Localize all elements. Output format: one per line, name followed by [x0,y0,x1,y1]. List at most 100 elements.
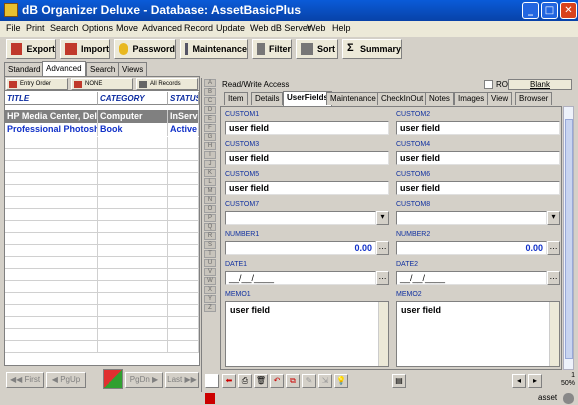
alpha-index-item[interactable]: U [204,259,216,267]
menu-move[interactable]: Move [116,23,138,33]
alpha-index-item[interactable]: Y [204,295,216,303]
first-button[interactable]: ◀◀ First [6,372,44,388]
filter-button[interactable]: Filter [252,39,292,59]
edit-icon[interactable]: ✎ [302,374,316,388]
alpha-index-item[interactable]: Q [204,223,216,231]
chevron-down-icon[interactable]: ▾ [376,211,389,225]
alpha-index-item[interactable]: V [204,268,216,276]
tab-userfields[interactable]: UserFields [283,91,332,106]
menu-help[interactable]: Help [332,23,351,33]
custom2-field[interactable]: user field [396,121,560,135]
entry-order-button[interactable]: Entry Order [6,78,68,90]
color-grid-icon[interactable] [103,369,123,389]
memo2-field[interactable]: user field [396,301,560,367]
custom7-select[interactable] [225,211,376,225]
print-icon[interactable]: ⎙ [238,374,252,388]
menu-record[interactable]: Record [184,23,213,33]
alpha-index-item[interactable]: O [204,205,216,213]
alpha-index-item[interactable]: W [204,277,216,285]
undo-icon[interactable]: ↶ [270,374,284,388]
custom4-field[interactable]: user field [396,151,560,165]
custom6-field[interactable]: user field [396,181,560,195]
alpha-index-item[interactable]: T [204,250,216,258]
lightbulb-icon[interactable]: 💡 [334,374,348,388]
pane-splitter[interactable] [201,78,203,393]
ellipsis-icon[interactable]: … [376,241,389,255]
memo1-field[interactable]: user field [225,301,389,367]
custom5-field[interactable]: user field [225,181,389,195]
alpha-index-item[interactable]: A [204,79,216,87]
tab-view[interactable]: View [487,92,513,105]
alpha-index-item[interactable]: E [204,115,216,123]
tab-images[interactable]: Images [454,92,489,105]
blank-button[interactable]: Blank [508,79,572,90]
import-button[interactable]: Import [60,39,110,59]
sort-none-button[interactable]: NONE [71,78,133,90]
tab-checkinout[interactable]: CheckInOut [377,92,428,105]
next-record-icon[interactable]: ▸ [528,374,542,388]
tab-advanced[interactable]: Advanced [42,61,86,76]
date2-field[interactable]: __/__/____ [396,271,547,285]
date1-field[interactable]: __/__/____ [225,271,376,285]
export-record-icon[interactable]: ⇲ [318,374,332,388]
alpha-index-item[interactable]: X [204,286,216,294]
column-header-title[interactable]: TITLE [5,92,98,105]
menu-update[interactable]: Update [216,23,245,33]
alpha-index-item[interactable]: B [204,88,216,96]
column-header-status[interactable]: STATUS [168,92,199,105]
alpha-index-item[interactable]: Z [204,304,216,312]
chevron-down-icon[interactable]: ▾ [547,211,560,225]
prev-record-icon[interactable]: ◂ [512,374,526,388]
last-button[interactable]: Last ▶▶ [165,372,199,388]
select-checkbox[interactable] [205,374,219,388]
tab-notes[interactable]: Notes [425,92,454,105]
alpha-index-item[interactable]: S [204,241,216,249]
ro-checkbox[interactable] [484,80,493,89]
export-button[interactable]: Export [6,39,56,59]
alpha-index-item[interactable]: R [204,232,216,240]
copy-icon[interactable]: ⧉ [286,374,300,388]
maintenance-button[interactable]: Maintenance [180,39,248,59]
scroll-thumb[interactable] [565,119,573,359]
all-records-button[interactable]: All Records [136,78,198,90]
alpha-index-item[interactable]: D [204,106,216,114]
trash-icon[interactable]: 🗑 [254,374,268,388]
memo2-scrollbar[interactable] [549,302,559,366]
alpha-index-item[interactable]: H [204,142,216,150]
ellipsis-icon[interactable]: … [547,241,560,255]
menu-search[interactable]: Search [50,23,79,33]
tab-item[interactable]: Item [224,92,248,105]
column-header-category[interactable]: CATEGORY [98,92,168,105]
custom3-field[interactable]: user field [225,151,389,165]
alpha-index-item[interactable]: N [204,196,216,204]
tab-browser[interactable]: Browser [515,92,553,105]
arrow-left-icon[interactable]: ⬅ [222,374,236,388]
menu-file[interactable]: File [6,23,21,33]
alpha-index-item[interactable]: C [204,97,216,105]
password-button[interactable]: Password [114,39,176,59]
alpha-index-item[interactable]: J [204,160,216,168]
custom8-select[interactable] [396,211,547,225]
pgup-button[interactable]: ◀ PgUp [46,372,86,388]
summary-button[interactable]: Σ Summary [342,39,402,59]
menu-options[interactable]: Options [82,23,113,33]
tab-maintenance[interactable]: Maintenance [326,92,380,105]
tab-views[interactable]: Views [118,62,148,76]
sort-button[interactable]: Sort [296,39,338,59]
alpha-index-item[interactable]: G [204,133,216,141]
alpha-index-item[interactable]: L [204,178,216,186]
alpha-index-item[interactable]: P [204,214,216,222]
menu-advanced[interactable]: Advanced [142,23,182,33]
minimize-button[interactable]: _ [522,2,539,19]
ellipsis-icon[interactable]: … [376,271,389,285]
alpha-index-item[interactable]: I [204,151,216,159]
table-row[interactable]: Professional Photoshop Book Active [5,123,199,136]
tab-standard[interactable]: Standard [4,62,45,76]
number1-field[interactable]: 0.00 [225,241,376,255]
menu-web-db-server[interactable]: Web dB Server [250,23,311,33]
custom1-field[interactable]: user field [225,121,389,135]
number2-field[interactable]: 0.00 [396,241,547,255]
memo1-scrollbar[interactable] [378,302,388,366]
tab-search[interactable]: Search [86,62,120,76]
menu-web[interactable]: Web [307,23,325,33]
